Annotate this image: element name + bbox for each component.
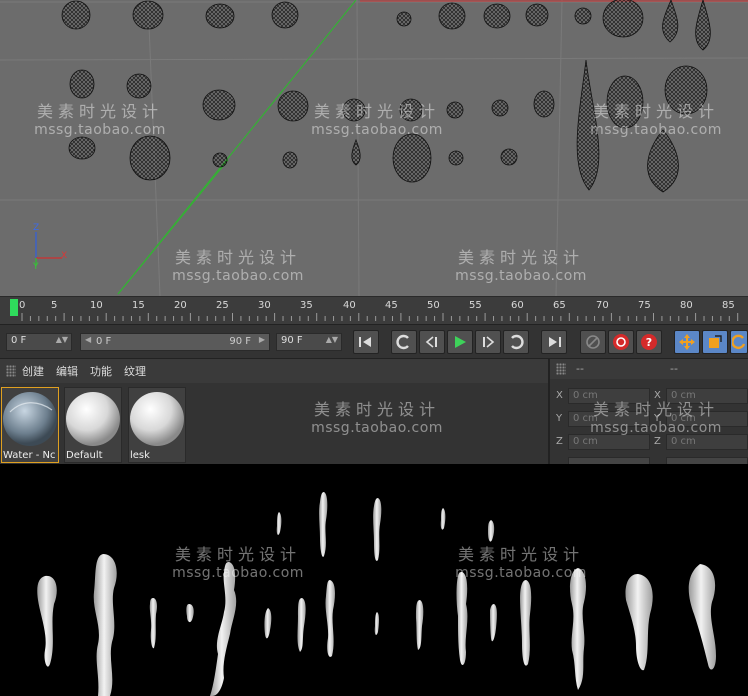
viewport-grid [0,0,748,296]
record-disabled-button[interactable] [580,330,606,354]
material-menubar: 创建 编辑 功能 纹理 [0,359,548,383]
rotate-icon [732,334,746,350]
next-frame-icon [483,336,495,348]
coord-axis-label: X [654,390,661,401]
coordinates-header: -- -- [550,359,748,379]
coord-axis-label: Y [556,413,563,424]
axis-z-label: Z [33,223,40,233]
coord-header-right: -- [670,362,678,375]
previous-key-icon [396,334,409,350]
menu-edit[interactable]: 编辑 [56,363,78,379]
axis-x-label: X [61,251,68,261]
field-value: 0 cm [671,436,696,447]
field-value: 0 cm [573,413,598,424]
size-z-field[interactable]: 0 cm [666,434,748,450]
next-key-button[interactable] [503,330,529,354]
rotate-tool-button[interactable] [730,330,748,354]
next-key-icon [511,334,524,350]
play-button[interactable] [447,330,473,354]
help-icon: ? [641,334,657,350]
material-manager: 创建 编辑 功能 纹理 Water - Nc Default lesk [0,358,548,464]
material-swatch-lesk[interactable]: lesk [128,387,186,463]
material-label: Water - Nc [3,450,56,461]
field-value: 0 cm [573,436,598,447]
key-lock-icon [586,335,600,349]
play-icon [455,336,466,348]
coordinates-panel: -- -- X 0 cm X 0 cm Y 0 cm Y 0 cm Z 0 cm… [548,358,748,465]
material-label: lesk [130,450,150,461]
panel-grip-icon[interactable] [556,363,566,375]
coord-header-left: -- [576,362,584,375]
default-sphere-icon [66,392,120,446]
autokey-record-icon [613,334,629,350]
position-z-field[interactable]: 0 cm [568,434,650,450]
field-value: 0 cm [573,390,598,401]
menu-texture[interactable]: 纹理 [124,363,146,379]
previous-key-button[interactable] [391,330,417,354]
start-frame-value: 0 F [11,335,27,346]
axis-gizmo [35,232,62,266]
previous-frame-icon [425,336,437,348]
slider-left-value: 0 F [96,336,112,347]
go-to-start-icon [359,337,371,347]
move-tool-button[interactable] [674,330,700,354]
viewport-3d[interactable]: Z X Y [0,0,748,296]
end-frame-field[interactable]: 90 F ▲▼ [276,333,342,351]
go-to-end-button[interactable] [541,330,567,354]
position-x-field[interactable]: 0 cm [568,388,650,404]
help-button[interactable]: ? [636,330,662,354]
coord-axis-label: Z [654,436,661,447]
move-arrows-icon [679,334,695,350]
material-label: Default [66,450,103,461]
autokey-button[interactable] [608,330,634,354]
timeline-ruler[interactable]: 0 5 10 15 20 25 30 35 40 45 50 55 60 65 … [0,296,748,324]
size-y-field[interactable]: 0 cm [666,411,748,427]
coord-axis-label: Y [654,413,661,424]
slider-right-value: 90 F [229,336,251,347]
field-value: 0 cm [671,390,696,401]
panel-grip-icon[interactable] [6,365,16,377]
field-value: 0 cm [671,413,696,424]
start-frame-field[interactable]: 0 F ▲▼ [6,333,72,351]
material-swatch-water[interactable]: Water - Nc [1,387,59,463]
next-frame-button[interactable] [475,330,501,354]
menu-create[interactable]: 创建 [22,363,44,379]
scale-box-icon [709,335,722,348]
go-to-start-button[interactable] [353,330,379,354]
coord-axis-label: Z [556,436,563,447]
scale-tool-button[interactable] [702,330,728,354]
transport-bar: 0 F ▲▼ ◀ 0 F 90 F ▶ 90 F ▲▼ ? [0,324,748,358]
go-to-end-icon [549,337,561,347]
timeline-tick-marks [21,313,739,321]
menu-function[interactable]: 功能 [90,363,112,379]
slider-right-arrow-icon[interactable]: ▶ [259,335,265,344]
end-frame-value: 90 F [281,335,303,346]
svg-text:?: ? [646,336,652,349]
wireframe-droplets [61,0,711,193]
previous-frame-button[interactable] [419,330,445,354]
size-x-field[interactable]: 0 cm [666,388,748,404]
slider-left-arrow-icon[interactable]: ◀ [85,335,91,344]
material-swatch-default[interactable]: Default [64,387,122,463]
render-preview [0,464,748,696]
axis-y-label: Y [33,262,39,272]
water-sphere-icon [3,392,57,446]
coord-axis-label: X [556,390,563,401]
lesk-sphere-icon [130,392,184,446]
viewport-scene [0,0,748,296]
rendered-water-drips [37,492,716,696]
position-y-field[interactable]: 0 cm [568,411,650,427]
frame-range-slider[interactable]: ◀ 0 F 90 F ▶ [80,333,270,351]
